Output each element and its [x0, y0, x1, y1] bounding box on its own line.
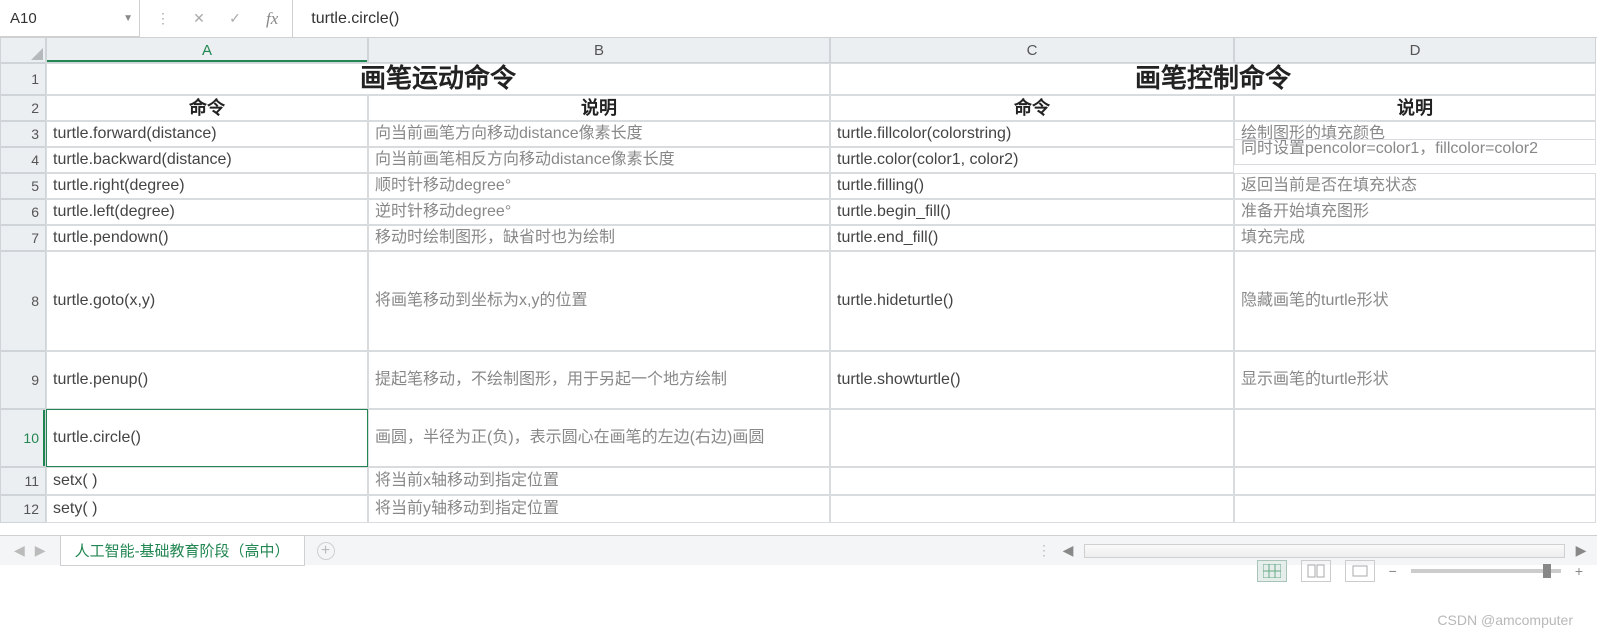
- tab-nav: ◀ ▶: [0, 542, 60, 559]
- cell-B5[interactable]: 顺时针移动degree°: [368, 173, 830, 199]
- cell-D7[interactable]: 填充完成: [1234, 225, 1596, 251]
- sub-header-A[interactable]: 命令: [46, 95, 368, 121]
- name-box-value: A10: [10, 10, 37, 27]
- cell-B6[interactable]: 逆时针移动degree°: [368, 199, 830, 225]
- cell-A4[interactable]: turtle.backward(distance): [46, 147, 368, 173]
- cell-A10[interactable]: turtle.circle(): [46, 409, 368, 467]
- formula-value: turtle.circle(): [311, 10, 399, 27]
- cell-B12[interactable]: 将当前y轴移动到指定位置: [368, 495, 830, 523]
- formula-input[interactable]: turtle.circle(): [293, 10, 1597, 28]
- row-header-1[interactable]: 1: [0, 63, 46, 95]
- cell-D12[interactable]: [1234, 495, 1596, 523]
- cell-C12[interactable]: [830, 495, 1234, 523]
- chevron-down-icon[interactable]: ▼: [123, 13, 133, 24]
- cell-B9[interactable]: 提起笔移动，不绘制图形，用于另起一个地方绘制: [368, 351, 830, 409]
- cell-D6[interactable]: 准备开始填充图形: [1234, 199, 1596, 225]
- sub-header-B[interactable]: 说明: [368, 95, 830, 121]
- sub-header-C[interactable]: 命令: [830, 95, 1234, 121]
- view-normal-button[interactable]: [1257, 560, 1287, 582]
- confirm-icon[interactable]: ✓: [226, 10, 244, 27]
- cell-D9[interactable]: 显示画笔的turtle形状: [1234, 351, 1596, 409]
- scroll-split-handle[interactable]: ⋮: [1037, 542, 1052, 559]
- tab-prev-icon[interactable]: ◀: [14, 542, 25, 559]
- col-header-B[interactable]: B: [368, 38, 830, 63]
- cancel-icon[interactable]: ✕: [190, 10, 208, 27]
- cell-C5[interactable]: turtle.filling(): [830, 173, 1234, 199]
- col-header-A[interactable]: A: [46, 38, 368, 63]
- horizontal-scrollbar[interactable]: [1084, 544, 1565, 558]
- zoom-out-button[interactable]: −: [1389, 563, 1397, 579]
- sub-header-D[interactable]: 说明: [1234, 95, 1596, 121]
- title-left[interactable]: 画笔运动命令: [46, 63, 830, 95]
- cell-C8[interactable]: turtle.hideturtle(): [830, 251, 1234, 351]
- view-page-layout-button[interactable]: [1301, 560, 1331, 582]
- cell-A12[interactable]: sety( ): [46, 495, 368, 523]
- row-header-8[interactable]: 8: [0, 251, 46, 351]
- zoom-slider[interactable]: [1411, 569, 1561, 573]
- cell-A11[interactable]: setx( ): [46, 467, 368, 495]
- cell-D4[interactable]: 同时设置pencolor=color1，fillcolor=color2: [1234, 139, 1596, 165]
- row-header-7[interactable]: 7: [0, 225, 46, 251]
- cell-A8[interactable]: turtle.goto(x,y): [46, 251, 368, 351]
- row-header-9[interactable]: 9: [0, 351, 46, 409]
- row-header-3[interactable]: 3: [0, 121, 46, 147]
- formula-bar: A10 ▼ ⋮ ✕ ✓ fx turtle.circle(): [0, 0, 1597, 38]
- name-box[interactable]: A10 ▼: [0, 0, 140, 37]
- dots-icon[interactable]: ⋮: [154, 10, 172, 27]
- fx-icon[interactable]: fx: [266, 9, 278, 29]
- row-header-12[interactable]: 12: [0, 495, 46, 523]
- view-page-break-button[interactable]: [1345, 560, 1375, 582]
- cell-C9[interactable]: turtle.showturtle(): [830, 351, 1234, 409]
- zoom-slider-thumb[interactable]: [1543, 564, 1551, 578]
- row-header-4[interactable]: 4: [0, 147, 46, 173]
- cell-B8[interactable]: 将画笔移动到坐标为x,y的位置: [368, 251, 830, 351]
- cell-B10[interactable]: 画圆，半径为正(负)，表示圆心在画笔的左边(右边)画圆: [368, 409, 830, 467]
- cell-A6[interactable]: turtle.left(degree): [46, 199, 368, 225]
- row-header-2[interactable]: 2: [0, 95, 46, 121]
- cell-A5[interactable]: turtle.right(degree): [46, 173, 368, 199]
- cell-A3[interactable]: turtle.forward(distance): [46, 121, 368, 147]
- cell-C6[interactable]: turtle.begin_fill(): [830, 199, 1234, 225]
- row-header-6[interactable]: 6: [0, 199, 46, 225]
- cell-B4[interactable]: 向当前画笔相反方向移动distance像素长度: [368, 147, 830, 173]
- cell-C10[interactable]: [830, 409, 1234, 467]
- col-header-C[interactable]: C: [830, 38, 1234, 63]
- cell-D8[interactable]: 隐藏画笔的turtle形状: [1234, 251, 1596, 351]
- cell-B11[interactable]: 将当前x轴移动到指定位置: [368, 467, 830, 495]
- zoom-in-button[interactable]: +: [1575, 563, 1583, 579]
- col-header-D[interactable]: D: [1234, 38, 1596, 63]
- view-zoom-controls: − +: [1257, 560, 1583, 582]
- row-header-11[interactable]: 11: [0, 467, 46, 495]
- spreadsheet-grid[interactable]: ABCD1画笔运动命令画笔控制命令2命令说明命令说明3turtle.forwar…: [0, 38, 1597, 523]
- row-header-10[interactable]: 10: [0, 409, 46, 467]
- title-right[interactable]: 画笔控制命令: [830, 63, 1596, 95]
- formula-tools: ⋮ ✕ ✓ fx: [140, 0, 293, 37]
- add-sheet-button[interactable]: +: [317, 542, 335, 560]
- watermark: CSDN @amcomputer: [1437, 612, 1573, 628]
- cell-C7[interactable]: turtle.end_fill(): [830, 225, 1234, 251]
- horizontal-scroll-region: ⋮ ◀ ▶: [1037, 542, 1597, 559]
- cell-C4[interactable]: turtle.color(color1, color2): [830, 147, 1234, 173]
- sheet-tab-active[interactable]: 人工智能-基础教育阶段（高中）: [60, 536, 305, 566]
- scroll-right-icon[interactable]: ▶: [1573, 542, 1589, 559]
- row-header-5[interactable]: 5: [0, 173, 46, 199]
- cell-C3[interactable]: turtle.fillcolor(colorstring): [830, 121, 1234, 147]
- cell-B3[interactable]: 向当前画笔方向移动distance像素长度: [368, 121, 830, 147]
- scroll-left-icon[interactable]: ◀: [1060, 542, 1076, 559]
- tab-next-icon[interactable]: ▶: [35, 542, 46, 559]
- cell-A9[interactable]: turtle.penup(): [46, 351, 368, 409]
- cell-D11[interactable]: [1234, 467, 1596, 495]
- cell-B7[interactable]: 移动时绘制图形，缺省时也为绘制: [368, 225, 830, 251]
- sheet-tab-label: 人工智能-基础教育阶段（高中）: [75, 543, 290, 560]
- cell-C11[interactable]: [830, 467, 1234, 495]
- cell-D10[interactable]: [1234, 409, 1596, 467]
- cell-D5[interactable]: 返回当前是否在填充状态: [1234, 173, 1596, 199]
- cell-A7[interactable]: turtle.pendown(): [46, 225, 368, 251]
- select-all-corner[interactable]: [0, 38, 46, 63]
